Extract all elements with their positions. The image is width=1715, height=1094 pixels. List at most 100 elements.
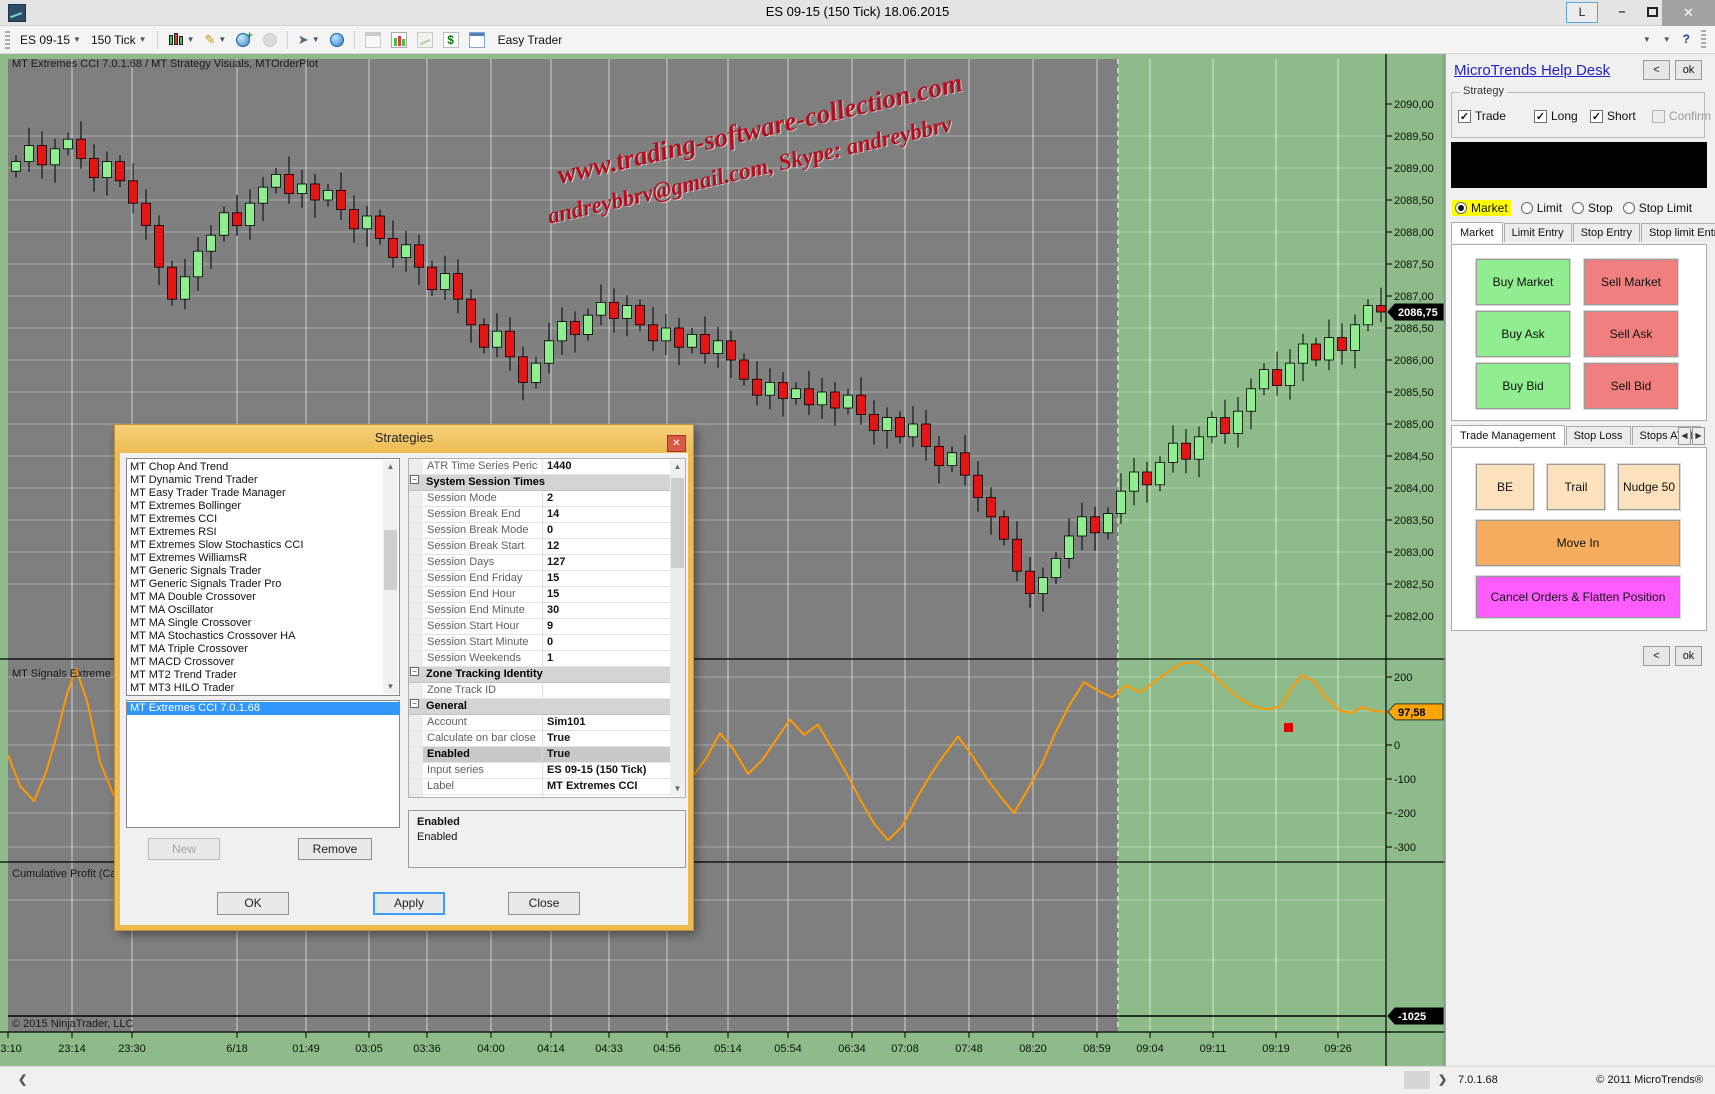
collapse-icon[interactable]: − <box>410 475 419 484</box>
help-button[interactable]: ? <box>1683 32 1690 46</box>
property-row[interactable]: Session Start Hour 9 <box>409 619 685 635</box>
strategy-list-item[interactable]: MT Dynamic Trend Trader <box>130 474 383 487</box>
zoom-tool-button[interactable] <box>326 31 348 49</box>
period-select[interactable]: 150 Tick ▼ <box>87 31 151 49</box>
property-row[interactable]: Label MT Extremes CCI <box>409 779 685 795</box>
checkbox-icon[interactable] <box>1652 109 1665 123</box>
strategy-list-item[interactable]: MT MT2 Trend Trader <box>130 669 383 682</box>
strategy-list-item[interactable]: MT MA Single Crossover <box>130 617 383 630</box>
property-value[interactable]: 12 <box>543 539 685 554</box>
cancel-flatten-button[interactable]: Cancel Orders & Flatten Position <box>1475 575 1681 619</box>
buy-market-button[interactable]: Buy Market <box>1475 258 1571 306</box>
chart-style-button[interactable]: ▼ <box>164 30 199 50</box>
checkbox-icon[interactable]: ✓ <box>1534 109 1547 123</box>
close-button[interactable]: ✕ <box>1662 0 1715 26</box>
scroll-up-icon[interactable]: ▲ <box>670 460 685 474</box>
property-value[interactable]: 15 <box>543 587 685 602</box>
property-row[interactable]: Session Break Mode 0 <box>409 523 685 539</box>
checkbox-trade[interactable]: ✓ Trade <box>1458 109 1506 123</box>
property-grid[interactable]: ATR Time Series Peric 1440− System Session… <box>408 458 686 798</box>
strategy-list-item[interactable]: MT Extremes Bollinger <box>130 500 383 513</box>
checkbox-short[interactable]: ✓ Short <box>1590 109 1636 123</box>
trail-button[interactable]: Trail <box>1546 463 1606 511</box>
property-row[interactable]: Enabled True <box>409 747 685 763</box>
strategy-list-item[interactable]: MT Extremes Slow Stochastics CCI <box>130 539 383 552</box>
property-row[interactable]: Session Weekends 1 <box>409 651 685 667</box>
collapse-icon[interactable]: − <box>410 667 419 676</box>
dialog-close-icon[interactable]: ✕ <box>667 435 686 452</box>
order-type-stop-limit[interactable]: Stop Limit <box>1622 201 1692 215</box>
scroll-thumb[interactable] <box>384 530 397 590</box>
property-row[interactable]: Session Break Start 12 <box>409 539 685 555</box>
collapse-icon[interactable]: − <box>410 699 419 708</box>
list-scrollbar[interactable]: ▲ ▼ <box>383 460 398 694</box>
strategy-list-item[interactable]: MT MA Triple Crossover <box>130 643 383 656</box>
radio-icon[interactable] <box>1455 202 1467 214</box>
panel2-back-button[interactable]: < <box>1643 646 1670 666</box>
sell-ask-button[interactable]: Sell Ask <box>1583 310 1679 358</box>
checkbox-confirm[interactable]: Confirm <box>1652 109 1711 123</box>
cursor-tool-button[interactable]: ➤ ▼ <box>294 30 324 50</box>
property-row[interactable]: Session End Minute 30 <box>409 603 685 619</box>
strategy-list-item[interactable]: MT Chop And Trend <box>130 461 383 474</box>
buy-ask-button[interactable]: Buy Ask <box>1475 310 1571 358</box>
close-dialog-button[interactable]: Close <box>508 892 580 915</box>
window-layout-button[interactable] <box>361 30 385 50</box>
move-in-button[interactable]: Move In <box>1475 519 1681 567</box>
property-value[interactable]: ES 09-15 (150 Tick) <box>543 763 685 778</box>
tab-stop-loss[interactable]: Stop Loss <box>1565 426 1631 445</box>
lock-button[interactable]: L <box>1566 2 1598 23</box>
strategy-list-item[interactable]: MT Extremes RSI <box>130 526 383 539</box>
strategy-list-item[interactable]: MT Generic Signals Trader <box>130 565 383 578</box>
grid-scrollbar[interactable]: ▲ ▼ <box>670 460 685 796</box>
property-value[interactable] <box>543 683 685 698</box>
scroll-thumb[interactable] <box>671 478 684 568</box>
apply-button[interactable]: Apply <box>373 892 445 915</box>
radio-icon[interactable] <box>1520 202 1533 214</box>
remove-button[interactable]: Remove <box>298 838 372 860</box>
scroll-up-icon[interactable]: ▲ <box>383 460 398 474</box>
sell-market-button[interactable]: Sell Market <box>1583 258 1679 306</box>
property-value[interactable]: 127 <box>543 555 685 570</box>
instrument-select[interactable]: ES 09-15 ▼ <box>16 31 85 49</box>
property-group-row[interactable]: − Zone Tracking Identity <box>409 667 685 683</box>
checkbox-icon[interactable]: ✓ <box>1458 109 1471 123</box>
strategy-list-item[interactable]: MT MA Stochastics Crossover HA <box>130 630 383 643</box>
tab-trade-management[interactable]: Trade Management <box>1451 425 1565 446</box>
checkbox-long[interactable]: ✓ Long <box>1534 109 1578 123</box>
property-row[interactable]: Account Sim101 <box>409 715 685 731</box>
strategy-list-item[interactable]: MT Extremes WilliamsR <box>130 552 383 565</box>
property-group-row[interactable]: − System Session Times <box>409 475 685 491</box>
toolbar-grip[interactable] <box>5 30 10 49</box>
strategy-list-item[interactable]: MT MT3 HILO Trader <box>130 682 383 695</box>
scroll-left-icon[interactable]: ❮ <box>18 1073 27 1086</box>
property-value[interactable]: Sim101 <box>543 715 685 730</box>
data-grid-button[interactable] <box>465 30 489 50</box>
tab-scroll-right-icon[interactable]: ▶ <box>1692 427 1705 445</box>
help-desk-link[interactable]: MicroTrends Help Desk <box>1454 62 1610 79</box>
remove-indicator-button[interactable] <box>259 31 281 49</box>
market-analyzer-button[interactable] <box>387 30 411 50</box>
dialog-title[interactable]: Strategies <box>115 425 693 453</box>
strategy-list-item[interactable]: MT MA Double Crossover <box>130 591 383 604</box>
order-type-market[interactable]: Market <box>1452 200 1511 216</box>
buy-bid-button[interactable]: Buy Bid <box>1475 362 1571 410</box>
property-row[interactable]: Session Days 127 <box>409 555 685 571</box>
tab-limit-entry[interactable]: Limit Entry <box>1503 223 1572 242</box>
hscroll-thumb[interactable] <box>1404 1071 1430 1089</box>
chevron-down-icon[interactable]: ▼ <box>1663 35 1671 44</box>
sell-bid-button[interactable]: Sell Bid <box>1583 362 1679 410</box>
active-strategy-item[interactable]: MT Extremes CCI 7.0.1.68 <box>127 702 399 715</box>
chart-snapshot-button[interactable] <box>413 30 437 50</box>
property-value[interactable]: 30 <box>543 603 685 618</box>
property-row[interactable]: Session Start Minute 0 <box>409 635 685 651</box>
order-type-limit[interactable]: Limit <box>1520 201 1562 215</box>
property-value[interactable]: 2 <box>543 491 685 506</box>
active-strategies-list[interactable]: MT Extremes CCI 7.0.1.68 <box>126 700 400 828</box>
add-indicator-button[interactable]: + <box>232 30 256 49</box>
scroll-right-icon[interactable]: ❯ <box>1438 1073 1447 1086</box>
order-type-stop[interactable]: Stop <box>1572 201 1613 215</box>
nudge-50-button[interactable]: Nudge 50 <box>1617 463 1681 511</box>
panel-grip[interactable] <box>1701 30 1706 48</box>
property-row[interactable]: Calculate on bar close True <box>409 731 685 747</box>
